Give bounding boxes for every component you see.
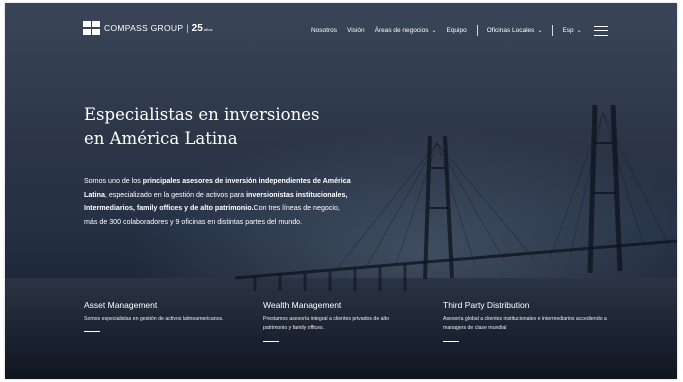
hero-title: Especialistas en inversiones en América … — [84, 103, 364, 151]
service-wealth-management[interactable]: Wealth Management Prestamos asesoría int… — [263, 300, 413, 342]
hero-frame: COMPASS GROUP | 25años Nosotros Visión Á… — [5, 3, 677, 379]
nav-item-vision[interactable]: Visión — [347, 27, 365, 34]
nav-item-equipo[interactable]: Equipo — [446, 27, 466, 34]
service-underline — [84, 331, 100, 333]
main-navigation: Nosotros Visión Áreas de negocios ⌄ Equip… — [311, 25, 608, 36]
service-title: Third Party Distribution — [443, 300, 530, 310]
compass-logo-icon — [83, 21, 100, 35]
chevron-down-icon: ⌄ — [537, 28, 543, 34]
nav-item-nosotros[interactable]: Nosotros — [311, 27, 337, 34]
brand-separator: | — [186, 23, 189, 33]
nav-divider — [476, 25, 478, 36]
site-header: COMPASS GROUP | 25años Nosotros Visión Á… — [5, 3, 677, 43]
service-description: Prestamos asesoría integral a clientes p… — [263, 316, 390, 332]
chevron-down-icon: ⌄ — [576, 28, 582, 34]
brand-name: COMPASS GROUP — [104, 23, 184, 33]
anniversary-badge: 25años — [191, 22, 213, 34]
nav-divider — [552, 25, 554, 36]
hero-title-line: Especialistas en inversiones — [84, 105, 320, 124]
hero-title-line: en América Latina — [84, 129, 238, 148]
service-underline — [443, 340, 459, 342]
nav-item-areas-de-negocios[interactable]: Áreas de negocios ⌄ — [375, 27, 437, 34]
service-title: Asset Management — [84, 300, 158, 310]
brand-logo[interactable]: COMPASS GROUP | 25años — [83, 21, 212, 35]
language-selector[interactable]: Esp ⌄ — [562, 27, 581, 34]
chevron-down-icon: ⌄ — [431, 28, 437, 34]
service-description: Somos especialistas en gestión de activo… — [84, 316, 224, 322]
service-third-party-distribution[interactable]: Third Party Distribution Asesoría global… — [443, 300, 618, 342]
hamburger-icon[interactable] — [593, 25, 608, 36]
service-title: Wealth Management — [263, 300, 342, 310]
service-underline — [263, 340, 279, 342]
service-asset-management[interactable]: Asset Management Somos especialistas en … — [84, 300, 234, 333]
service-description: Asesoría global a clientes institucional… — [443, 316, 607, 332]
nav-item-oficinas-locales[interactable]: Oficinas Locales ⌄ — [487, 27, 543, 34]
hero-description: Somos uno de los principales asesores de… — [84, 177, 351, 227]
